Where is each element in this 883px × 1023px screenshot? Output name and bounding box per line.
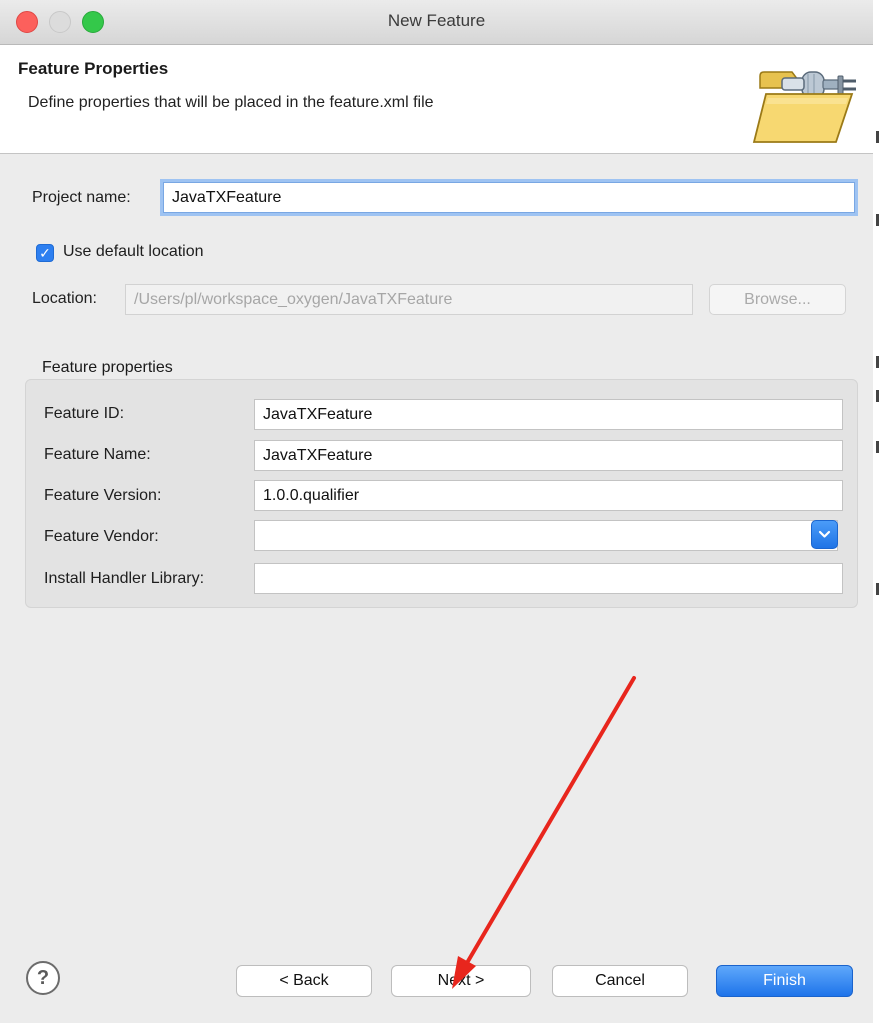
back-button[interactable]: < Back bbox=[236, 965, 372, 997]
project-name-label: Project name: bbox=[32, 189, 131, 206]
chevron-down-icon bbox=[818, 530, 831, 538]
feature-vendor-label: Feature Vendor: bbox=[44, 528, 159, 545]
location-label: Location: bbox=[32, 290, 97, 307]
install-handler-library-input[interactable] bbox=[254, 563, 843, 594]
window-title: New Feature bbox=[387, 11, 486, 30]
folder-plug-icon bbox=[752, 71, 856, 143]
feature-id-label: Feature ID: bbox=[44, 405, 125, 422]
use-default-location-label: Use default location bbox=[63, 243, 204, 260]
help-icon[interactable]: ? bbox=[26, 961, 60, 995]
location-input[interactable] bbox=[125, 284, 693, 315]
feature-id-input[interactable]: JavaTXFeature bbox=[254, 399, 843, 430]
feature-vendor-combo[interactable] bbox=[254, 520, 838, 551]
background-window-edge bbox=[873, 0, 883, 1023]
feature-version-input[interactable]: 1.0.0.qualifier bbox=[254, 480, 843, 511]
feature-name-input[interactable]: JavaTXFeature bbox=[254, 440, 843, 471]
screen: New Feature Feature Properties Define pr… bbox=[0, 0, 883, 1023]
new-feature-dialog: New Feature Feature Properties Define pr… bbox=[0, 0, 873, 1023]
browse-button[interactable]: Browse... bbox=[709, 284, 846, 315]
vendor-dropdown-button[interactable] bbox=[811, 520, 838, 549]
project-name-input[interactable] bbox=[163, 182, 855, 213]
feature-properties-group-title: Feature properties bbox=[42, 359, 173, 376]
wizard-page-title: Feature Properties bbox=[18, 59, 169, 78]
feature-name-label: Feature Name: bbox=[44, 446, 151, 463]
wizard-page-description: Define properties that will be placed in… bbox=[28, 94, 434, 111]
title-bar: New Feature bbox=[0, 0, 873, 45]
cancel-button[interactable]: Cancel bbox=[552, 965, 688, 997]
use-default-location-checkbox[interactable]: ✓ bbox=[36, 244, 54, 262]
install-handler-library-label: Install Handler Library: bbox=[44, 570, 205, 587]
wizard-header: Feature Properties Define properties tha… bbox=[0, 45, 873, 154]
finish-button[interactable]: Finish bbox=[716, 965, 853, 997]
feature-version-label: Feature Version: bbox=[44, 487, 162, 504]
next-button[interactable]: Next > bbox=[391, 965, 531, 997]
